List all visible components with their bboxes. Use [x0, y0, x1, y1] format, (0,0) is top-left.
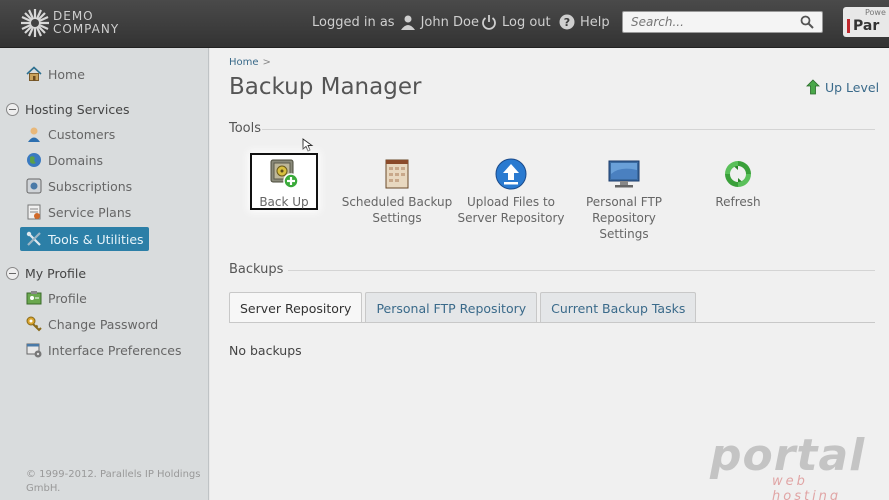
refresh-icon: [722, 158, 754, 190]
sidebar-item-change-password[interactable]: Change Password: [26, 313, 158, 335]
sidebar-item-profile[interactable]: Profile: [26, 287, 87, 309]
sidebar-item-domains[interactable]: Domains: [26, 149, 103, 171]
tools-divider: [262, 129, 875, 130]
watermark-line-2: web hosting: [772, 474, 842, 500]
tool-upload-files[interactable]: Upload Files to Server Repository: [456, 158, 566, 226]
logo-line-2: COMPANY: [53, 22, 120, 36]
backup-tabs: Server Repository Personal FTP Repositor…: [229, 292, 699, 323]
calendar-icon: [381, 158, 413, 190]
sidebar-item-subscriptions[interactable]: Subscriptions: [26, 175, 132, 197]
customer-icon: [26, 126, 42, 142]
up-level-link[interactable]: Up Level: [806, 79, 879, 95]
safe-add-icon: [268, 158, 300, 190]
empty-backups-message: No backups: [229, 343, 302, 358]
portal-watermark: portal web hosting: [710, 430, 870, 500]
preferences-icon: [26, 342, 42, 358]
search-box[interactable]: [622, 11, 823, 33]
collapse-icon[interactable]: [6, 266, 19, 280]
tool-label: Upload Files to Server Repository: [457, 195, 565, 225]
breadcrumb-home-link[interactable]: Home: [229, 57, 259, 68]
user-icon: [400, 14, 416, 30]
breadcrumb-separator: >: [262, 57, 271, 68]
tool-personal-ftp-settings[interactable]: Personal FTP Repository Settings: [576, 158, 672, 242]
tool-label: Scheduled Backup Settings: [341, 195, 453, 225]
subscription-icon: [26, 178, 42, 194]
sidebar-item-label: Service Plans: [48, 204, 132, 220]
company-logo[interactable]: DEMO COMPANY: [20, 8, 140, 40]
user-name-link[interactable]: John Doe: [421, 15, 479, 30]
search-input[interactable]: [623, 12, 793, 32]
help-label: Help: [580, 14, 610, 30]
sidebar-item-label: Domains: [48, 152, 104, 168]
breadcrumb: Home >: [229, 57, 271, 68]
backups-section-title: Backups: [229, 262, 284, 277]
key-icon: [26, 316, 42, 332]
logo-star-icon: [20, 8, 50, 38]
brand-name-text: Par: [853, 18, 880, 34]
collapse-icon[interactable]: [6, 102, 19, 116]
tools-section-title: Tools: [229, 121, 262, 136]
sidebar-group-label: My Profile: [25, 265, 87, 281]
sidebar: Home Hosting Services Customers Domains …: [0, 48, 209, 500]
copyright-text: © 1999-2012. Parallels IP Holdings GmbH.: [26, 469, 201, 494]
globe-icon: [26, 152, 42, 168]
sidebar-item-label: Home: [48, 66, 85, 82]
logout-label: Log out: [502, 14, 551, 30]
sidebar-item-label: Interface Preferences: [48, 342, 182, 358]
search-icon[interactable]: [800, 15, 814, 29]
parallels-brand[interactable]: Powe Par: [843, 7, 889, 37]
sidebar-group-profile[interactable]: My Profile: [6, 263, 86, 283]
tool-label: Refresh: [715, 195, 761, 209]
brand-powered-text: Powe: [865, 8, 886, 17]
logged-in-label: Logged in as: [312, 14, 395, 30]
power-icon: [481, 14, 497, 30]
sidebar-item-label: Subscriptions: [48, 178, 133, 194]
main-content: Home > Backup Manager Up Level Tools Back…: [210, 48, 889, 500]
sidebar-item-customers[interactable]: Customers: [26, 123, 115, 145]
tab-current-backup-tasks[interactable]: Current Backup Tasks: [540, 292, 697, 323]
ftp-monitor-icon: [608, 158, 640, 190]
tool-label: Personal FTP Repository Settings: [585, 195, 663, 241]
backups-divider: [288, 270, 875, 271]
logout-link[interactable]: Log out: [481, 14, 551, 30]
sidebar-item-label: Change Password: [48, 316, 159, 332]
sidebar-item-label: Tools & Utilities: [48, 231, 144, 247]
tool-back-up[interactable]: Back Up: [252, 158, 316, 210]
sidebar-item-interface-preferences[interactable]: Interface Preferences: [26, 339, 181, 361]
profile-card-icon: [26, 290, 42, 306]
tab-personal-ftp-repository[interactable]: Personal FTP Repository: [365, 292, 538, 323]
help-icon: ?: [559, 14, 575, 30]
tool-refresh[interactable]: Refresh: [708, 158, 768, 210]
tool-scheduled-backup-settings[interactable]: Scheduled Backup Settings: [340, 158, 454, 226]
tool-label: Back Up: [259, 195, 309, 209]
upload-icon: [495, 158, 527, 190]
help-link[interactable]: ? Help: [559, 14, 610, 30]
up-arrow-icon: [806, 79, 820, 95]
up-level-label: Up Level: [825, 79, 880, 95]
page-title: Backup Manager: [229, 74, 422, 100]
mouse-cursor-icon: [302, 138, 314, 152]
sidebar-item-label: Customers: [48, 126, 116, 142]
sidebar-item-service-plans[interactable]: Service Plans: [26, 201, 131, 223]
sidebar-group-label: Hosting Services: [25, 101, 130, 117]
brand-bar-icon: [847, 19, 850, 33]
tab-server-repository[interactable]: Server Repository: [229, 292, 363, 323]
sidebar-item-label: Profile: [48, 290, 87, 306]
tab-bottom-border: [229, 322, 875, 323]
logo-text: DEMO COMPANY: [53, 10, 119, 36]
sidebar-item-tools-utilities[interactable]: Tools & Utilities: [20, 227, 149, 251]
home-icon: [26, 66, 42, 82]
sidebar-item-home[interactable]: Home: [26, 63, 85, 85]
svg-text:?: ?: [564, 16, 570, 29]
logged-in-info: Logged in as John Doe: [312, 14, 479, 30]
top-bar: DEMO COMPANY Logged in as John Doe Log o…: [0, 0, 889, 48]
service-plan-icon: [26, 204, 42, 220]
sidebar-group-hosting[interactable]: Hosting Services: [6, 99, 129, 119]
tools-icon: [26, 231, 42, 247]
